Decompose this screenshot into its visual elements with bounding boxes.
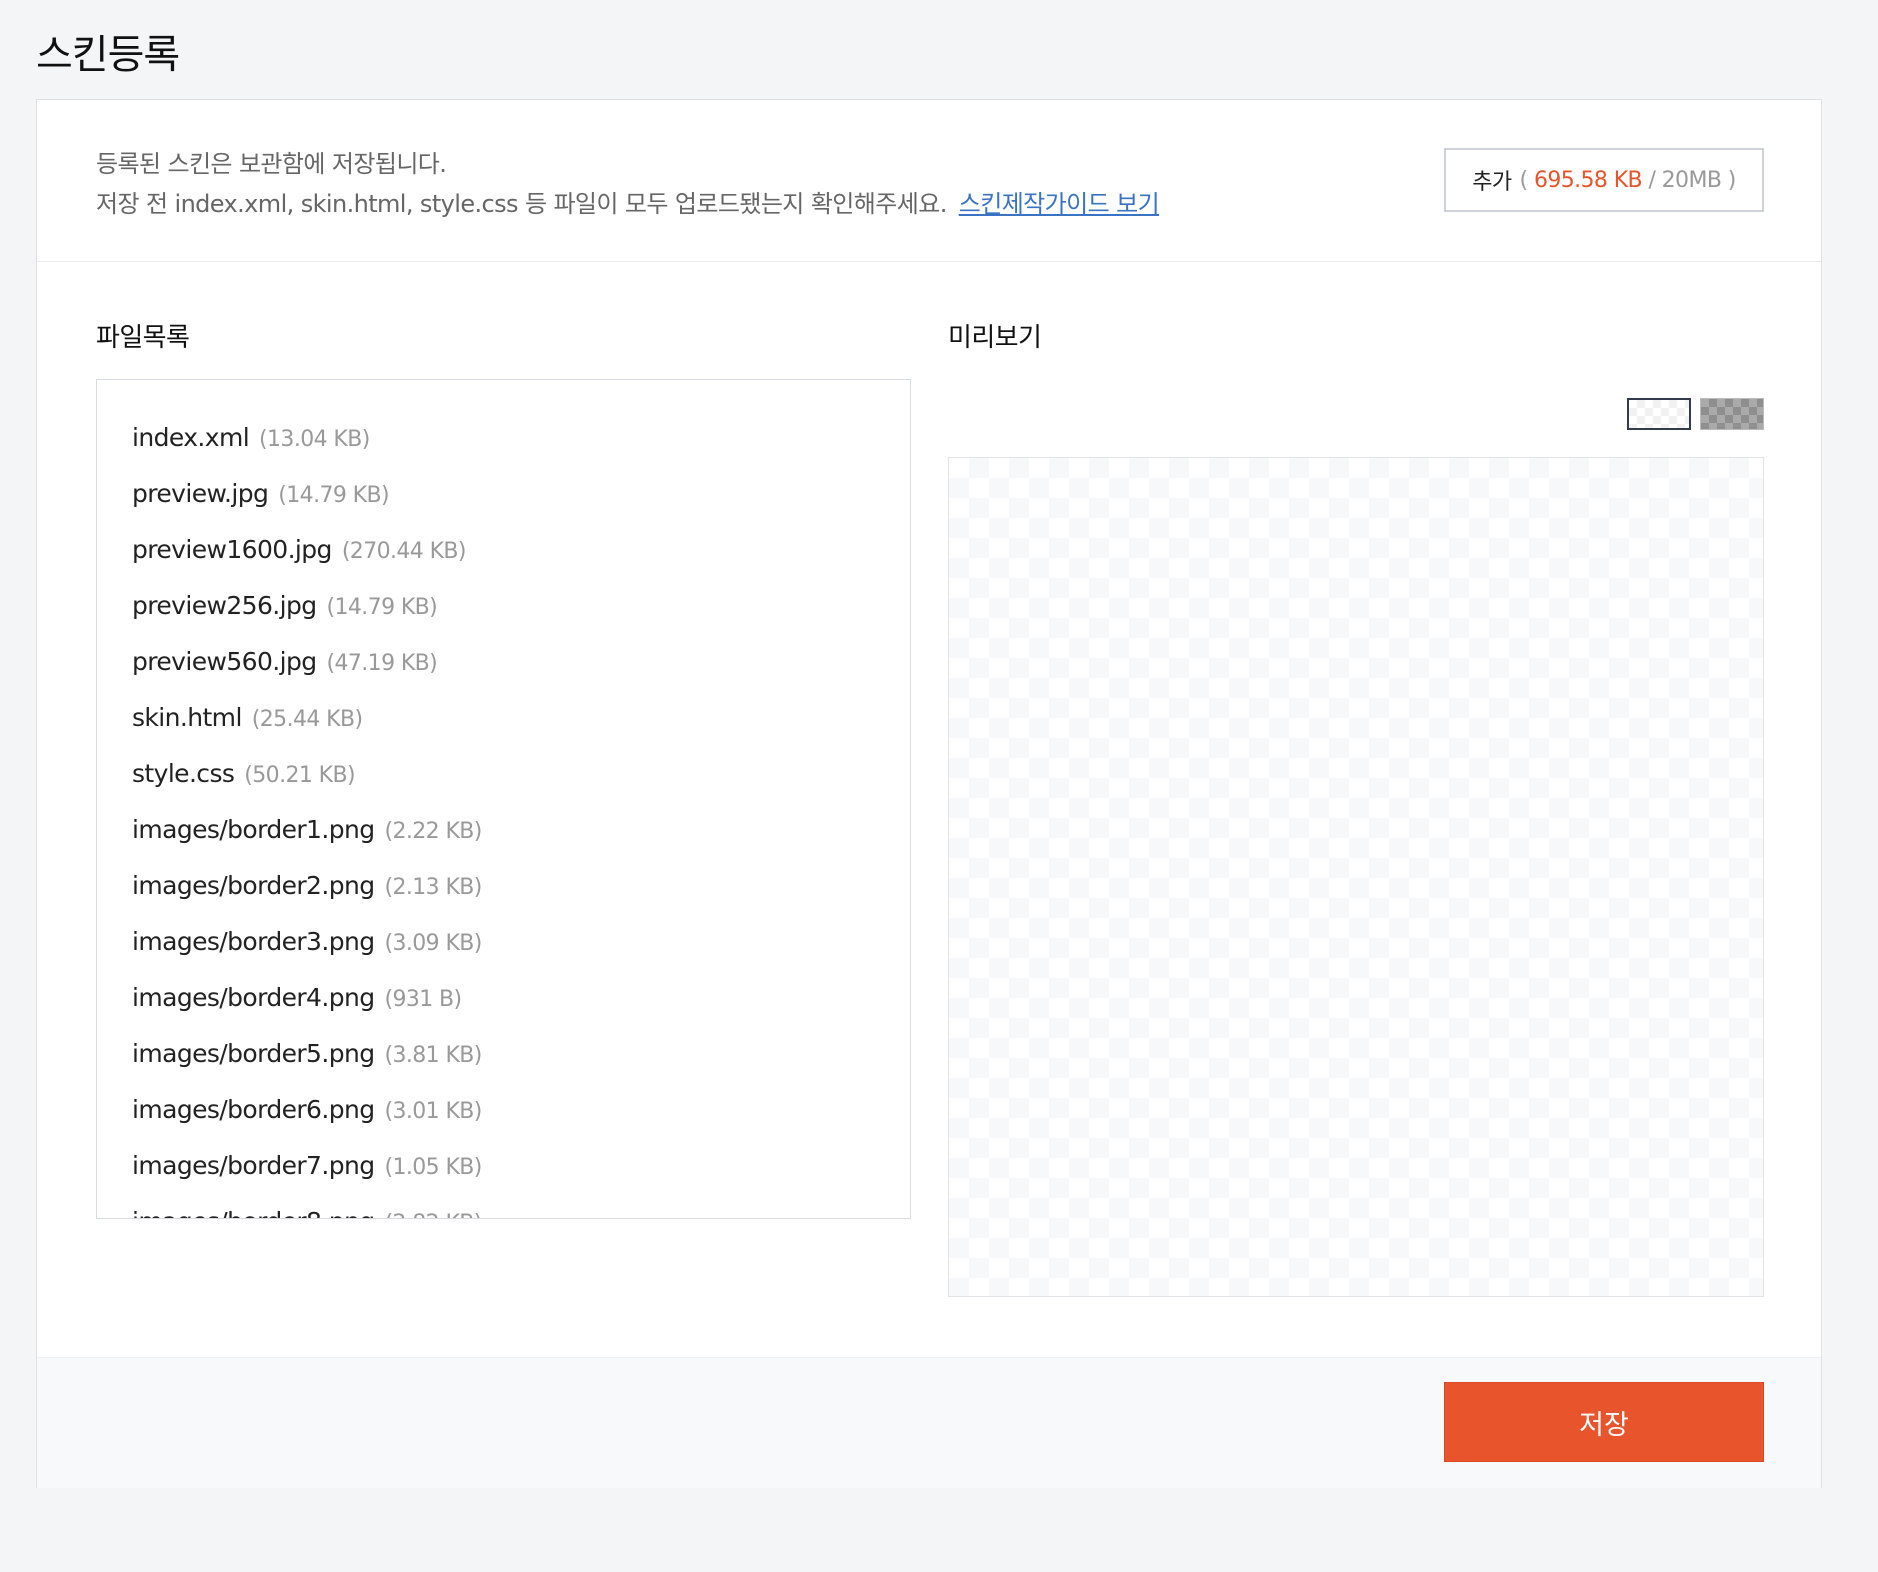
file-list-item[interactable]: preview.jpg (14.79 KB): [132, 466, 910, 522]
file-list-item[interactable]: images/border2.png (2.13 KB): [132, 858, 910, 914]
file-size: (13.04 KB): [259, 427, 370, 452]
file-name: images/border1.png: [132, 815, 375, 844]
file-name: skin.html: [132, 703, 242, 732]
file-size: (270.44 KB): [341, 539, 467, 564]
info-line-check: 저장 전 index.xml, skin.html, style.css 등 파…: [96, 184, 1160, 219]
add-button-close-paren: ): [1727, 167, 1737, 193]
file-size: (1.05 KB): [384, 1155, 482, 1180]
file-list-item[interactable]: images/border3.png (3.09 KB): [132, 914, 910, 970]
file-list-item[interactable]: preview1600.jpg (270.44 KB): [132, 522, 910, 578]
file-list[interactable]: index.xml (13.04 KB) preview.jpg (14.79 KB…: [96, 379, 911, 1219]
info-area: 등록된 스킨은 보관함에 저장됩니다. 저장 전 index.xml, skin…: [37, 100, 1821, 262]
file-name: preview560.jpg: [132, 647, 317, 676]
file-size: (3.01 KB): [384, 1099, 482, 1124]
save-button[interactable]: 저장: [1444, 1382, 1764, 1462]
preview-area: [948, 457, 1764, 1297]
file-list-item[interactable]: index.xml (13.04 KB): [132, 410, 910, 466]
file-name: images/border4.png: [132, 983, 375, 1012]
skin-register-panel: 등록된 스킨은 보관함에 저장됩니다. 저장 전 index.xml, skin…: [36, 99, 1822, 1488]
file-list-item[interactable]: preview256.jpg (14.79 KB): [132, 578, 910, 634]
file-list-item[interactable]: images/border5.png (3.81 KB): [132, 1026, 910, 1082]
add-button-open-paren: (: [1519, 167, 1529, 193]
file-name: index.xml: [132, 423, 250, 452]
storage-limit: 20MB: [1661, 167, 1722, 193]
file-list-item[interactable]: preview560.jpg (47.19 KB): [132, 634, 910, 690]
file-name: images/border5.png: [132, 1039, 375, 1068]
file-name: images/border7.png: [132, 1151, 375, 1180]
skin-guide-link[interactable]: 스킨제작가이드 보기: [959, 190, 1160, 218]
file-size: (25.44 KB): [251, 707, 363, 732]
file-size: (2.22 KB): [384, 819, 482, 844]
file-name: preview.jpg: [132, 479, 269, 508]
file-name: images/border2.png: [132, 871, 375, 900]
file-list-item[interactable]: images/border6.png (3.01 KB): [132, 1082, 910, 1138]
file-name: preview1600.jpg: [132, 535, 332, 564]
file-list-item[interactable]: skin.html (25.44 KB): [132, 690, 910, 746]
file-size: (2.13 KB): [384, 875, 482, 900]
file-size: (50.21 KB): [244, 763, 355, 788]
file-name: images/border8.png: [132, 1207, 375, 1218]
file-size: (3.09 KB): [384, 931, 482, 956]
file-list-item[interactable]: images/border4.png (931 B): [132, 970, 910, 1026]
file-size: (47.19 KB): [326, 651, 438, 676]
add-file-button[interactable]: 추가 ( 695.58 KB / 20MB ): [1444, 148, 1764, 212]
footer: 저장: [37, 1357, 1821, 1488]
file-list-item[interactable]: images/border1.png (2.22 KB): [132, 802, 910, 858]
file-size: (2.82 KB): [384, 1211, 482, 1218]
preview-dark-background-toggle[interactable]: [1700, 398, 1764, 430]
preview-title: 미리보기: [948, 323, 1042, 353]
file-list-item[interactable]: style.css (50.21 KB): [132, 746, 910, 802]
info-line-storage: 등록된 스킨은 보관함에 저장됩니다.: [96, 150, 447, 178]
info-line-check-text: 저장 전 index.xml, skin.html, style.css 등 파…: [96, 190, 947, 218]
file-size: (14.79 KB): [278, 483, 389, 508]
file-size: (3.81 KB): [384, 1043, 482, 1068]
add-button-label: 추가: [1472, 170, 1512, 195]
file-name: style.css: [132, 759, 235, 788]
file-list-item[interactable]: images/border8.png (2.82 KB): [132, 1194, 910, 1218]
storage-used: 695.58 KB: [1533, 167, 1643, 193]
file-size: (931 B): [384, 987, 462, 1012]
page-title: 스킨등록: [36, 32, 180, 78]
file-list-title: 파일목록: [96, 323, 190, 353]
file-name: preview256.jpg: [132, 591, 317, 620]
file-list-items: index.xml (13.04 KB) preview.jpg (14.79 KB…: [97, 380, 910, 1218]
file-name: images/border6.png: [132, 1095, 375, 1124]
file-size: (14.79 KB): [326, 595, 438, 620]
preview-light-background-toggle[interactable]: [1627, 398, 1691, 430]
storage-slash: /: [1648, 167, 1656, 193]
file-name: images/border3.png: [132, 927, 375, 956]
file-list-item[interactable]: images/border7.png (1.05 KB): [132, 1138, 910, 1194]
